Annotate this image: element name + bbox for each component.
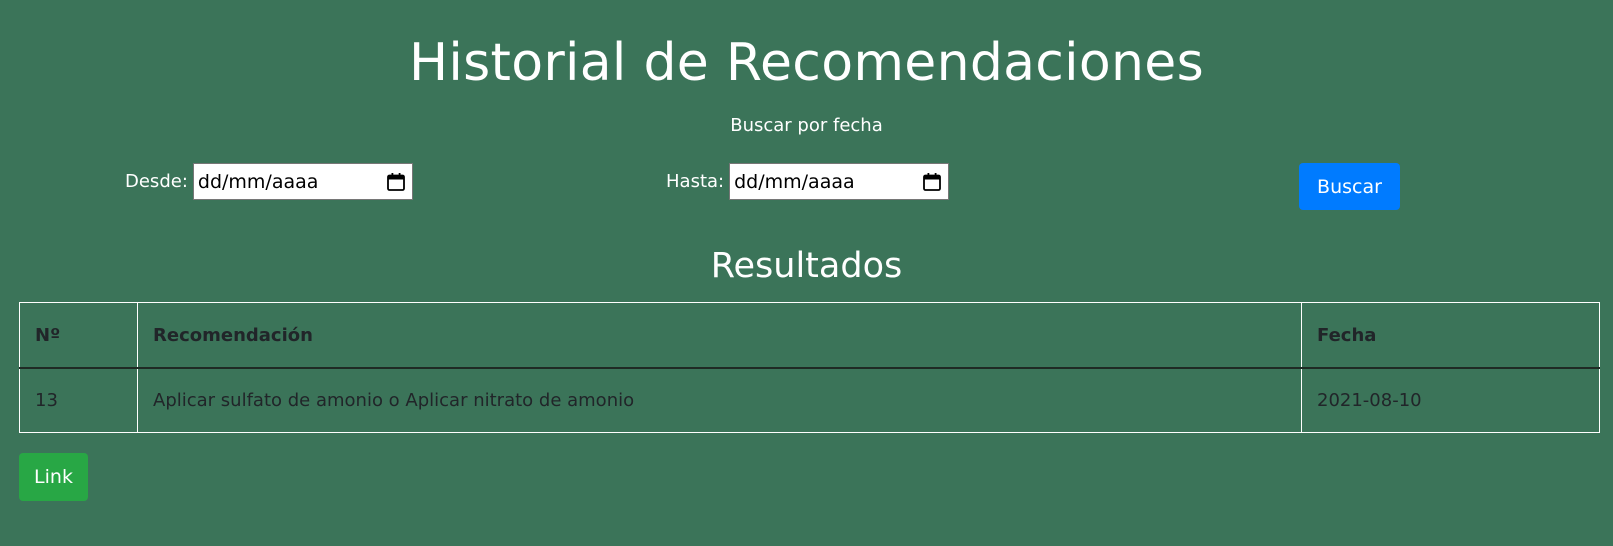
results-heading: Resultados (710, 246, 903, 286)
cell-date: 2021-08-10 (1301, 367, 1600, 433)
table-header-row: Nº Recomendación Fecha (19, 302, 1600, 369)
desde-label: Desde: (125, 171, 188, 192)
column-header-date: Fecha (1301, 302, 1600, 369)
results-table: Nº Recomendación Fecha 13 Aplicar sulfat… (19, 302, 1600, 433)
column-header-recommendation: Recomendación (137, 302, 1302, 369)
link-button[interactable]: Link (19, 453, 88, 501)
desde-date-value: dd/mm/aaaa (197, 170, 319, 193)
desde-filter: Desde: dd/mm/aaaa (125, 163, 413, 200)
hasta-date-input[interactable]: dd/mm/aaaa (729, 163, 950, 200)
page-title: Historial de Recomendaciones (408, 33, 1204, 93)
table-row: 13 Aplicar sulfato de amonio o Aplicar n… (19, 367, 1600, 433)
hasta-date-value: dd/mm/aaaa (734, 170, 855, 193)
buscar-button[interactable]: Buscar (1299, 163, 1400, 210)
column-header-number: Nº (19, 302, 138, 369)
hasta-filter: Hasta: dd/mm/aaaa (666, 163, 950, 200)
search-by-date-heading: Buscar por fecha (730, 115, 883, 136)
cell-number: 13 (19, 367, 138, 433)
calendar-icon[interactable] (922, 172, 942, 192)
hasta-label: Hasta: (666, 171, 725, 192)
calendar-icon[interactable] (386, 172, 406, 192)
desde-date-input[interactable]: dd/mm/aaaa (192, 163, 413, 200)
cell-recommendation: Aplicar sulfato de amonio o Aplicar nitr… (137, 367, 1302, 433)
